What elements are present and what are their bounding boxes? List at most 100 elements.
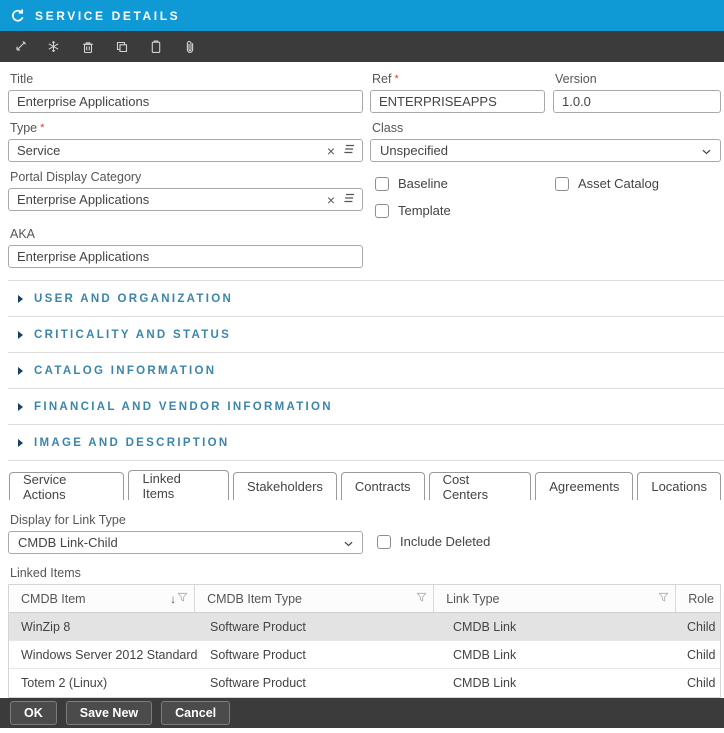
asset-catalog-checkbox[interactable] xyxy=(555,177,569,191)
tab-service-actions[interactable]: Service Actions xyxy=(9,472,124,500)
pdc-label: Portal Display Category xyxy=(10,170,363,185)
pdc-field-group: Portal Display Category × xyxy=(8,170,363,219)
baseline-label: Baseline xyxy=(398,176,448,191)
table-row[interactable]: Windows Server 2012 Standard Software Pr… xyxy=(9,641,720,669)
tab-cost-centers[interactable]: Cost Centers xyxy=(429,472,532,500)
template-checkbox-row: Template xyxy=(375,202,555,219)
template-label: Template xyxy=(398,203,451,218)
class-select-value: Unspecified xyxy=(380,143,448,158)
footer-bar: OK Save New Cancel xyxy=(0,698,724,728)
titlebar: SERVICE DETAILS xyxy=(0,0,724,31)
sort-descending-icon: ↓ xyxy=(170,592,176,606)
tab-contracts[interactable]: Contracts xyxy=(341,472,425,500)
pdc-browse-icon[interactable] xyxy=(342,191,355,209)
column-header-role[interactable]: Role xyxy=(676,585,720,612)
tab-locations[interactable]: Locations xyxy=(637,472,721,500)
baseline-checkbox-row: Baseline xyxy=(375,175,555,192)
collapsible-sections: USER AND ORGANIZATION CRITICALITY AND ST… xyxy=(8,280,724,461)
refresh-icon[interactable] xyxy=(10,8,26,24)
title-label: Title xyxy=(10,72,363,87)
type-input[interactable] xyxy=(8,139,363,162)
template-checkbox[interactable] xyxy=(375,204,389,218)
baseline-checkbox[interactable] xyxy=(375,177,389,191)
page-title: SERVICE DETAILS xyxy=(35,9,180,23)
include-deleted-checkbox[interactable] xyxy=(377,535,391,549)
version-field-group: Version xyxy=(553,72,721,113)
type-browse-icon[interactable] xyxy=(342,142,355,160)
ref-required-asterisk: * xyxy=(394,73,398,85)
copy-icon[interactable] xyxy=(108,34,135,59)
row-title-ref-version: Title Ref* Version xyxy=(8,72,721,113)
cancel-button[interactable]: Cancel xyxy=(161,701,230,725)
type-field-group: Type* × xyxy=(8,121,363,162)
caret-right-icon xyxy=(18,331,23,339)
chevron-down-icon xyxy=(702,143,711,158)
table-row[interactable]: WinZip 8 Software Product CMDB Link Chil… xyxy=(9,613,720,641)
aka-field-group: AKA xyxy=(8,227,363,268)
toolbar xyxy=(0,31,724,62)
tab-linked-items[interactable]: Linked Items xyxy=(128,470,229,500)
section-catalog-information[interactable]: CATALOG INFORMATION xyxy=(8,352,724,388)
asset-catalog-checkbox-row: Asset Catalog xyxy=(555,175,659,192)
column-header-link-type[interactable]: Link Type xyxy=(434,585,676,612)
ref-field-group: Ref* xyxy=(370,72,545,113)
type-required-asterisk: * xyxy=(40,122,44,134)
row-aka: AKA xyxy=(8,227,721,268)
freeze-icon[interactable] xyxy=(40,34,67,59)
link-type-select-value: CMDB Link-Child xyxy=(18,535,118,550)
column-header-cmdb-item-type[interactable]: CMDB Item Type xyxy=(195,585,434,612)
table-row[interactable]: Totem 2 (Linux) Software Product CMDB Li… xyxy=(9,669,720,697)
class-label: Class xyxy=(372,121,721,136)
paste-icon[interactable] xyxy=(142,34,169,59)
aka-input[interactable] xyxy=(8,245,363,268)
form-content: Title Ref* Version Type* × xyxy=(0,62,724,698)
caret-right-icon xyxy=(18,403,23,411)
delete-icon[interactable] xyxy=(74,34,101,59)
column-header-cmdb-item[interactable]: CMDB Item ↓ xyxy=(9,585,195,612)
include-deleted-checkbox-row: Include Deleted xyxy=(377,533,490,550)
row-pdc-checkboxes: Portal Display Category × Baseline Templ… xyxy=(8,170,721,219)
table-header-row: CMDB Item ↓ CMDB Item Type Link Type xyxy=(9,585,720,613)
tab-strip: Service Actions Linked Items Stakeholder… xyxy=(9,470,721,500)
class-field-group: Class Unspecified xyxy=(370,121,721,162)
pdc-clear-icon[interactable]: × xyxy=(327,193,335,207)
title-input[interactable] xyxy=(8,90,363,113)
version-label: Version xyxy=(555,72,721,87)
link-type-label: Display for Link Type xyxy=(10,513,363,528)
filter-icon[interactable] xyxy=(416,592,427,606)
asset-catalog-label: Asset Catalog xyxy=(578,176,659,191)
save-new-button[interactable]: Save New xyxy=(66,701,152,725)
filter-icon[interactable] xyxy=(658,592,669,606)
ref-label: Ref xyxy=(372,72,391,86)
section-user-and-organization[interactable]: USER AND ORGANIZATION xyxy=(8,280,724,316)
pin-icon[interactable] xyxy=(6,34,33,59)
attachment-icon[interactable] xyxy=(176,34,203,59)
row-type-class: Type* × Class Unspecified xyxy=(8,121,721,162)
tab-stakeholders[interactable]: Stakeholders xyxy=(233,472,337,500)
linked-items-title: Linked Items xyxy=(10,566,721,580)
version-input[interactable] xyxy=(553,90,721,113)
tab-agreements[interactable]: Agreements xyxy=(535,472,633,500)
section-financial-and-vendor-information[interactable]: FINANCIAL AND VENDOR INFORMATION xyxy=(8,388,724,424)
class-select[interactable]: Unspecified xyxy=(370,139,721,162)
title-field-group: Title xyxy=(8,72,363,113)
caret-right-icon xyxy=(18,295,23,303)
type-clear-icon[interactable]: × xyxy=(327,144,335,158)
linked-items-table: CMDB Item ↓ CMDB Item Type Link Type xyxy=(8,584,721,698)
aka-label: AKA xyxy=(10,227,363,242)
chevron-down-icon xyxy=(344,535,353,550)
link-type-select[interactable]: CMDB Link-Child xyxy=(8,531,363,554)
bottom-strip xyxy=(0,728,724,733)
link-type-field-group: Display for Link Type CMDB Link-Child xyxy=(8,513,363,554)
include-deleted-label: Include Deleted xyxy=(400,534,490,549)
section-image-and-description[interactable]: IMAGE AND DESCRIPTION xyxy=(8,424,724,460)
caret-right-icon xyxy=(18,439,23,447)
type-label: Type xyxy=(10,121,37,135)
link-type-filter-row: Display for Link Type CMDB Link-Child In… xyxy=(8,513,721,554)
caret-right-icon xyxy=(18,367,23,375)
ok-button[interactable]: OK xyxy=(10,701,57,725)
section-criticality-and-status[interactable]: CRITICALITY AND STATUS xyxy=(8,316,724,352)
ref-input[interactable] xyxy=(370,90,545,113)
filter-icon[interactable] xyxy=(177,592,188,606)
pdc-input[interactable] xyxy=(8,188,363,211)
